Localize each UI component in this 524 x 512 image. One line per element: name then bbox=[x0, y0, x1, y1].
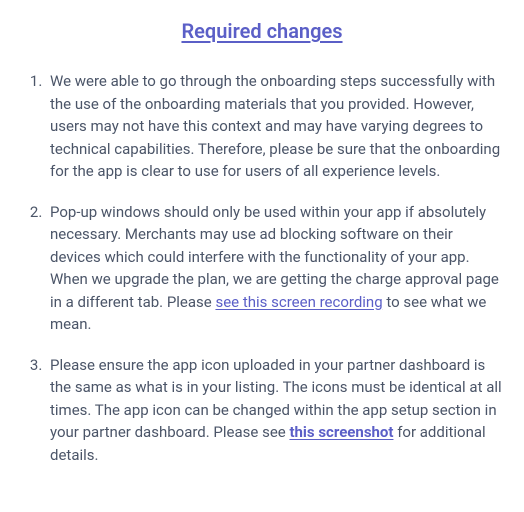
list-item-text: We were able to go through the onboardin… bbox=[50, 72, 500, 180]
screen-recording-link[interactable]: see this screen recording bbox=[215, 293, 382, 311]
required-changes-list: We were able to go through the onboardin… bbox=[22, 70, 502, 466]
list-item: Pop-up windows should only be used withi… bbox=[46, 201, 502, 336]
screenshot-link[interactable]: this screenshot bbox=[289, 423, 393, 441]
list-item: We were able to go through the onboardin… bbox=[46, 70, 502, 183]
list-item: Please ensure the app icon uploaded in y… bbox=[46, 354, 502, 467]
document-body: Required changes We were able to go thro… bbox=[0, 0, 524, 508]
page-title: Required changes bbox=[22, 16, 502, 46]
